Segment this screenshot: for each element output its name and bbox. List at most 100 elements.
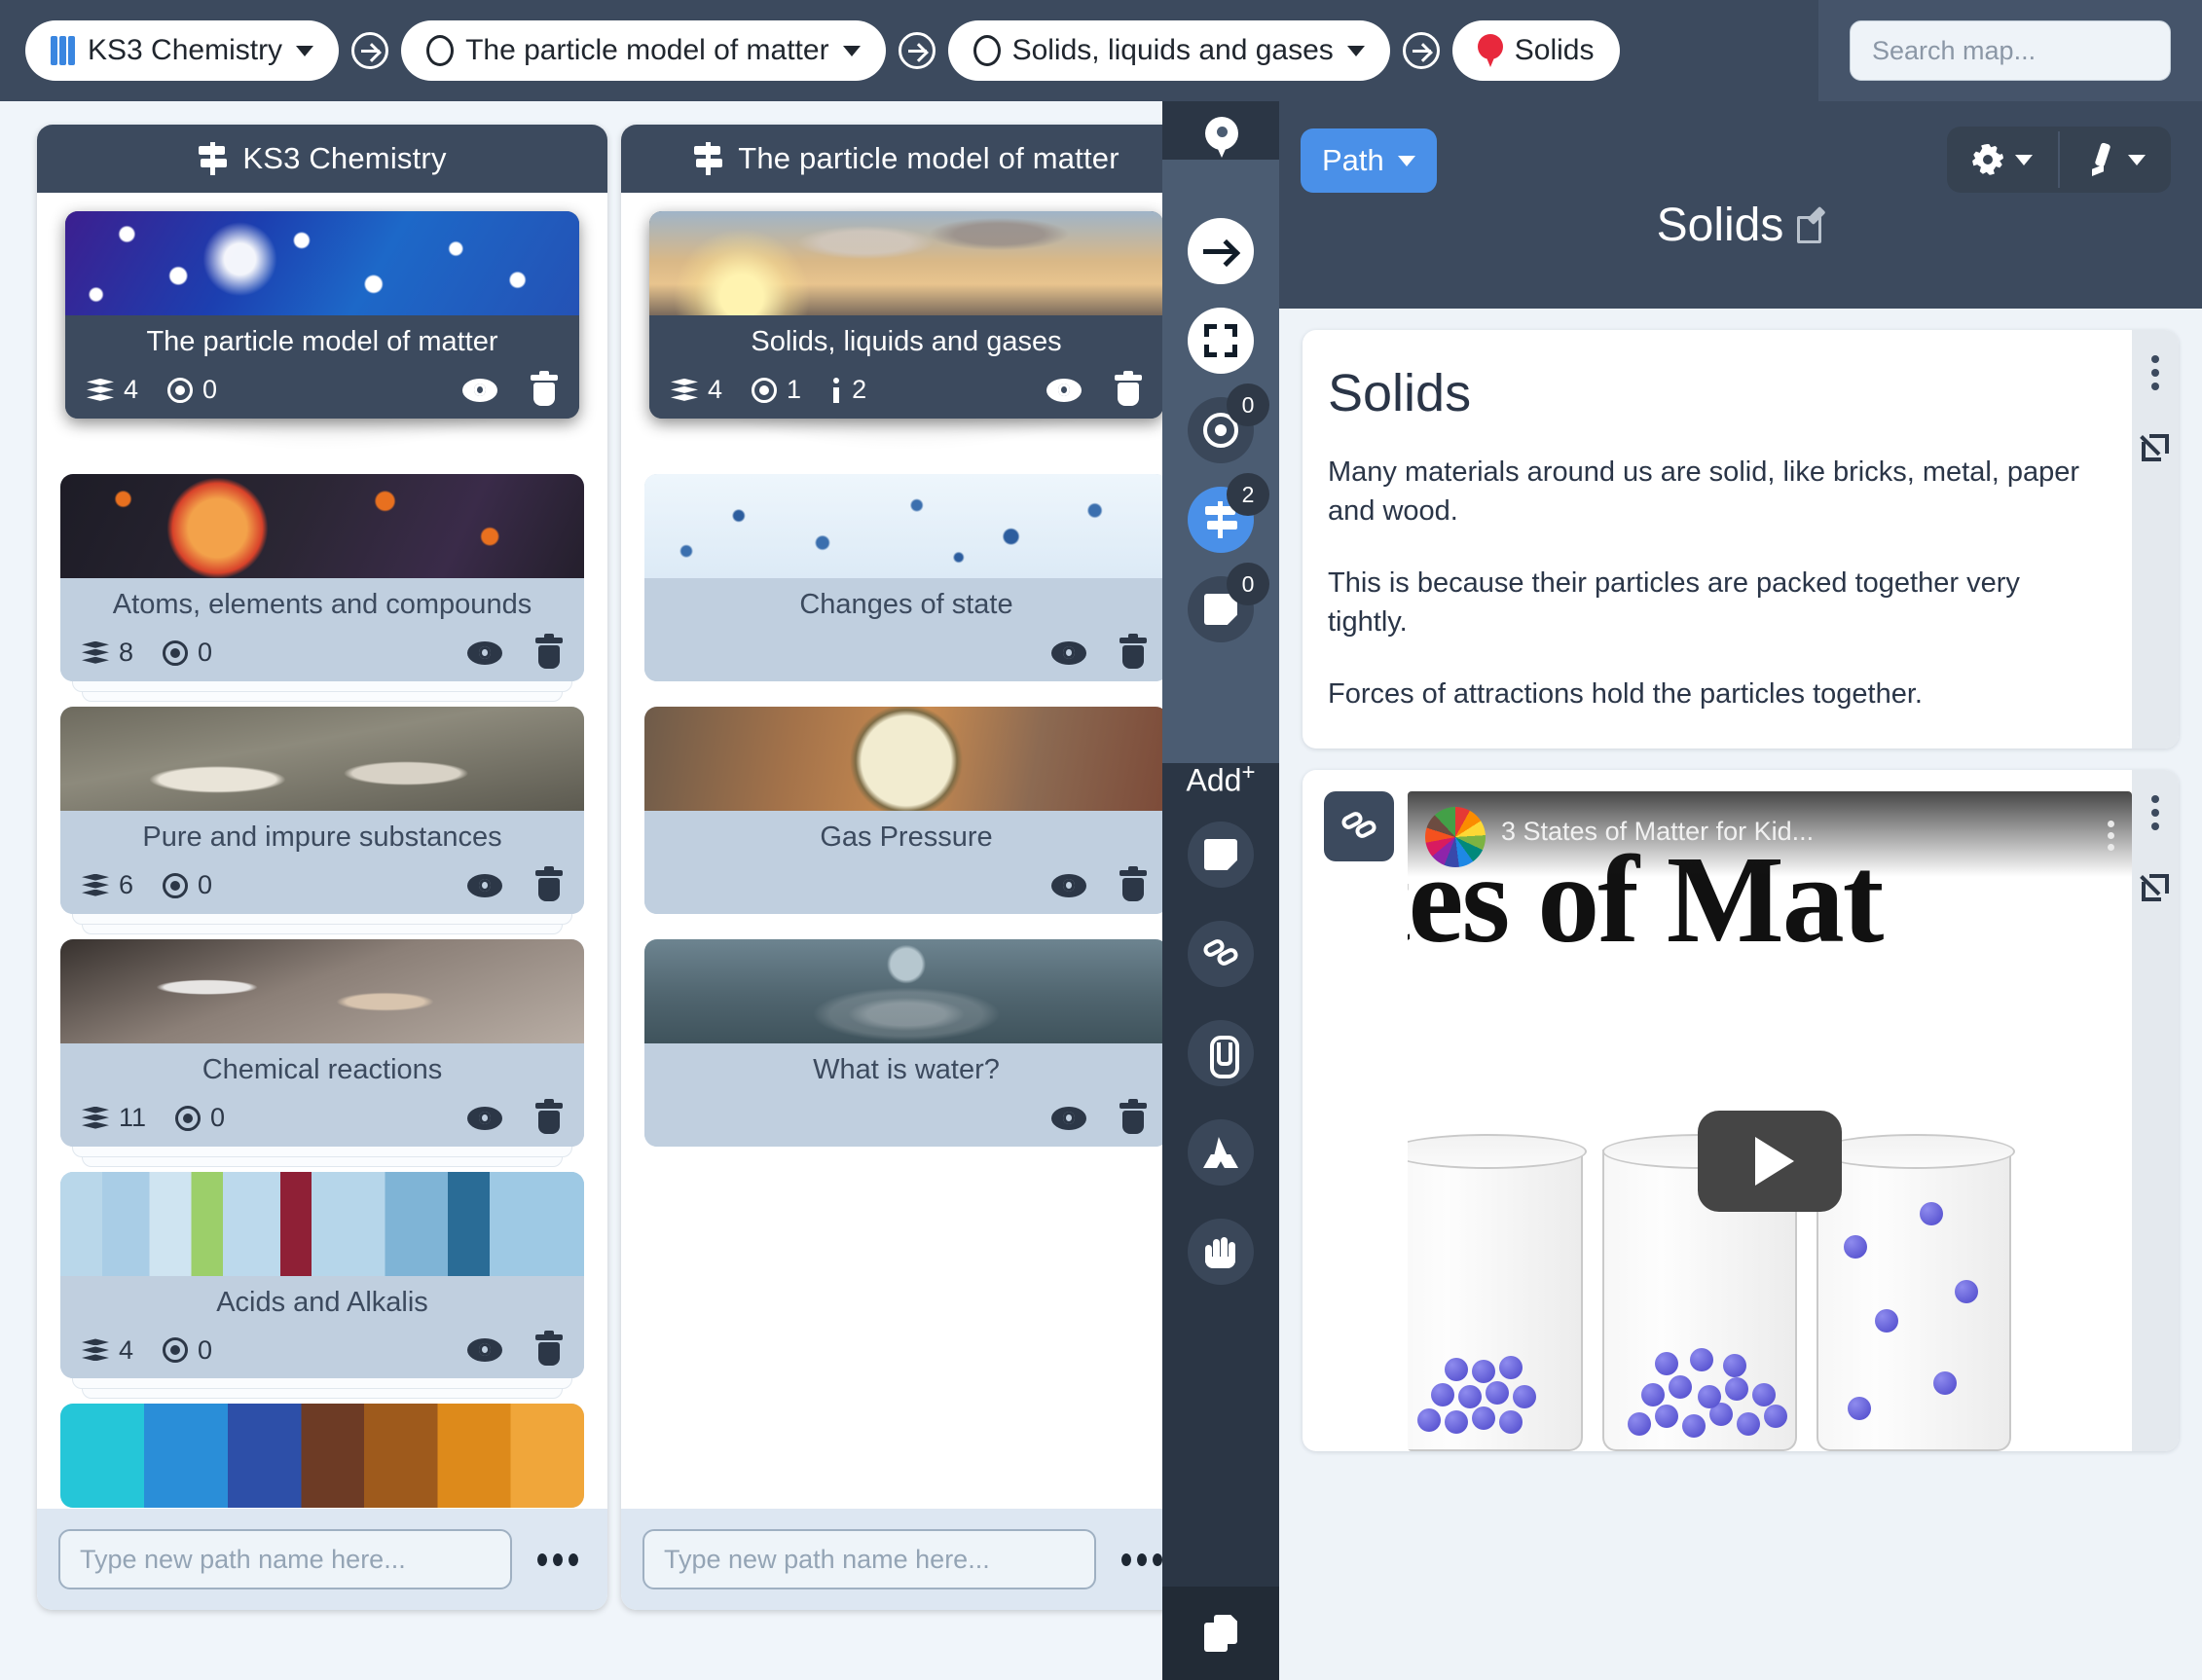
- layers-badge: 11: [82, 1103, 146, 1133]
- card-particle-model-of-matter[interactable]: The particle model of matter 4 0: [65, 211, 579, 419]
- delete-trash-icon[interactable]: [1115, 370, 1142, 406]
- delete-trash-icon[interactable]: [535, 865, 563, 901]
- card-solids-liquids-and-gases[interactable]: Solids, liquids and gases 4 1 2: [649, 211, 1163, 419]
- column-card-list: Solids, liquids and gases 4 1 2 Changes …: [621, 193, 1192, 1509]
- target-icon: [163, 639, 189, 666]
- chevron-down-icon: [842, 45, 861, 56]
- delete-trash-icon[interactable]: [1119, 633, 1147, 669]
- card-thumbnail: [65, 211, 579, 315]
- preview-eye-icon[interactable]: [1051, 873, 1086, 897]
- map-pin-icon: [1477, 34, 1503, 67]
- layers-badge: 8: [82, 638, 133, 668]
- rail-navigate-button[interactable]: [1188, 218, 1254, 284]
- ring-icon: [426, 35, 455, 66]
- note-paragraph: Many materials around us are solid, like…: [1328, 457, 2080, 528]
- target-icon: [163, 1337, 189, 1364]
- add-google-drive-button[interactable]: [1188, 1119, 1254, 1186]
- target-icon: [167, 377, 194, 403]
- delete-trash-icon[interactable]: [1119, 1098, 1147, 1134]
- layers-badge: 4: [671, 375, 722, 405]
- card-badges: 4 0: [60, 1330, 584, 1378]
- card-title: What is water?: [813, 1053, 1000, 1085]
- preview-eye-icon[interactable]: [1051, 1106, 1086, 1130]
- card-thumbnail: [644, 473, 1168, 578]
- preview-eye-icon[interactable]: [467, 1106, 502, 1130]
- card-pure-and-impure-substances[interactable]: Pure and impure substances 6 0: [60, 706, 584, 934]
- delete-trash-icon[interactable]: [531, 370, 558, 406]
- preview-eye-icon[interactable]: [467, 1338, 502, 1363]
- video-card-expand-icon[interactable]: [2140, 873, 2170, 902]
- preview-eye-icon[interactable]: [467, 873, 502, 897]
- card-badges: 6 0: [60, 865, 584, 914]
- target-icon: [752, 377, 778, 403]
- video-title-bar: 3 States of Matter for Kid...: [1408, 791, 2132, 878]
- card-periodic-table-partial[interactable]: [60, 1404, 584, 1509]
- column-ks3-chemistry: KS3 Chemistry The particle model of matt…: [37, 125, 607, 1610]
- column-options-menu-icon[interactable]: [530, 1546, 586, 1574]
- add-attachment-button[interactable]: [1188, 1020, 1254, 1086]
- card-acids-and-alkalis[interactable]: Acids and Alkalis 4 0: [60, 1171, 584, 1400]
- breadcrumb-separator: [886, 32, 948, 69]
- breadcrumb-item-solids-liquids-gases[interactable]: Solids, liquids and gases: [947, 20, 1390, 81]
- card-badges: [644, 865, 1168, 914]
- rail-targets-count: 0: [1227, 383, 1269, 426]
- paperclip-icon: [1210, 1036, 1239, 1078]
- link-icon: [1340, 809, 1378, 841]
- top-bar: KS3 Chemistry The particle model of matt…: [0, 0, 2202, 101]
- video-card: 3 States of Matter for Kid... tes of Mat: [1303, 770, 2179, 1452]
- note-card-body: Solids Many materials around us are soli…: [1303, 330, 2179, 749]
- card-badges: [644, 1098, 1168, 1147]
- new-path-name-input[interactable]: [642, 1529, 1096, 1589]
- card-title: Chemical reactions: [202, 1053, 443, 1085]
- style-dropdown-button[interactable]: [2060, 127, 2171, 193]
- card-chemical-reactions[interactable]: Chemical reactions 11 0: [60, 938, 584, 1167]
- settings-dropdown-button[interactable]: [1947, 127, 2058, 193]
- breadcrumb-label: KS3 Chemistry: [88, 34, 283, 66]
- hand-icon: [1204, 1235, 1237, 1268]
- breadcrumb-item-particle-model[interactable]: The particle model of matter: [401, 20, 886, 81]
- page-title-row: Solids: [1279, 199, 2202, 252]
- breadcrumb-item-solids[interactable]: Solids: [1451, 20, 1620, 81]
- column-card-list: The particle model of matter 4 0 Atoms, …: [37, 193, 607, 1509]
- delete-trash-icon[interactable]: [1119, 865, 1147, 901]
- book-icon: [51, 36, 76, 65]
- video-menu-icon[interactable]: [2108, 807, 2114, 852]
- google-drive-icon: [1203, 1137, 1238, 1168]
- add-link-button[interactable]: [1188, 921, 1254, 987]
- add-hand-button[interactable]: [1188, 1219, 1254, 1285]
- note-card-expand-icon[interactable]: [2140, 433, 2170, 462]
- video-embed[interactable]: 3 States of Matter for Kid... tes of Mat: [1408, 791, 2132, 1452]
- delete-trash-icon[interactable]: [535, 633, 563, 669]
- map-pin-icon: [1205, 117, 1238, 158]
- card-changes-of-state[interactable]: Changes of state: [644, 473, 1168, 681]
- card-gas-pressure[interactable]: Gas Pressure: [644, 706, 1168, 914]
- video-card-menu-icon[interactable]: [2151, 795, 2159, 831]
- path-dropdown-button[interactable]: Path: [1301, 128, 1437, 193]
- card-title: The particle model of matter: [146, 326, 498, 357]
- preview-eye-icon[interactable]: [467, 640, 502, 665]
- card-what-is-water[interactable]: What is water?: [644, 938, 1168, 1147]
- preview-eye-icon[interactable]: [462, 378, 497, 402]
- breadcrumb-label: Solids, liquids and gases: [1011, 34, 1334, 66]
- column-header: KS3 Chemistry: [37, 125, 607, 193]
- copy-icon[interactable]: [1204, 1615, 1237, 1652]
- video-play-button[interactable]: [1698, 1110, 1842, 1212]
- preview-eye-icon[interactable]: [1051, 640, 1086, 665]
- add-note-button[interactable]: [1188, 822, 1254, 888]
- card-title: Changes of state: [799, 588, 1013, 620]
- arrow-right-circle-icon: [898, 32, 936, 69]
- delete-trash-icon[interactable]: [535, 1331, 563, 1367]
- search-input[interactable]: [1850, 20, 2171, 81]
- card-thumbnail: [60, 1171, 584, 1276]
- targets-count: 0: [198, 1334, 213, 1365]
- breadcrumb-item-ks3-chemistry[interactable]: KS3 Chemistry: [25, 20, 340, 81]
- arrow-right-circle-icon: [351, 32, 389, 69]
- new-path-name-input[interactable]: [58, 1529, 512, 1589]
- card-atoms-elements-compounds[interactable]: Atoms, elements and compounds 8 0: [60, 473, 584, 702]
- rail-fullscreen-button[interactable]: [1188, 308, 1254, 374]
- note-card-menu-icon[interactable]: [2151, 355, 2159, 390]
- delete-trash-icon[interactable]: [535, 1098, 563, 1134]
- preview-eye-icon[interactable]: [1046, 378, 1082, 402]
- signpost-icon: [693, 142, 723, 175]
- edit-pencil-icon[interactable]: [1797, 212, 1824, 243]
